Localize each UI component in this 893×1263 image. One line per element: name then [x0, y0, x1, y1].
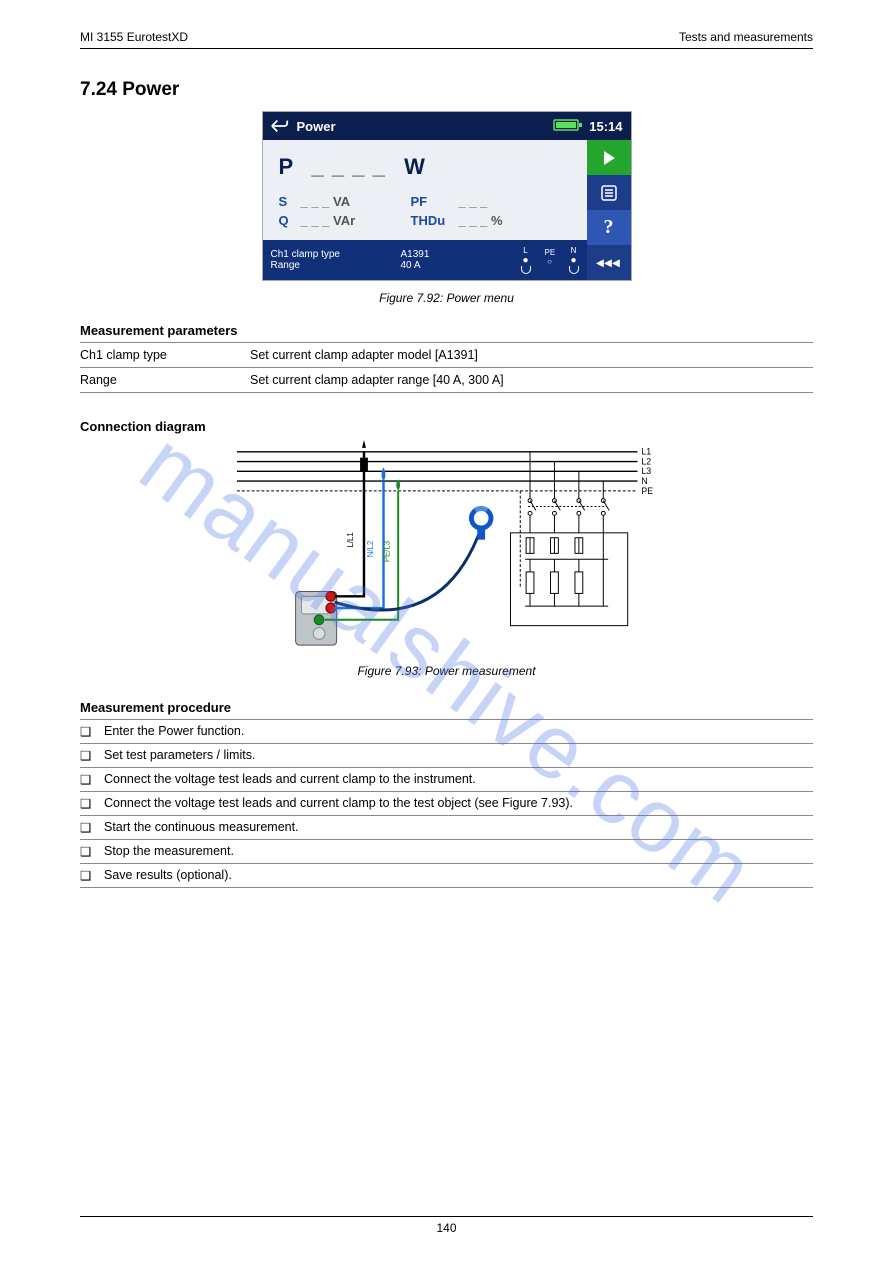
wiring-diagram: L1 L2 L3 N PE	[237, 440, 657, 658]
info-range-value: 40 A	[401, 260, 461, 271]
device-main-area: P _ _ _ _ W S _ _ _ VA PF _ _ _ Q _ _ _ …	[263, 140, 587, 240]
device-titlebar: Power 15:14	[263, 112, 631, 140]
param-row-0: Ch1 clamp type Set current clamp adapter…	[80, 343, 813, 367]
instrument-icon	[295, 591, 336, 645]
procedure-heading: Measurement procedure	[80, 700, 813, 715]
q-value: _ _ _ VAr	[301, 213, 411, 228]
thdu-label: THDu	[411, 213, 459, 228]
clamp-icon	[471, 508, 491, 539]
back-icon[interactable]	[271, 119, 289, 133]
probe-l: L	[521, 246, 531, 255]
battery-icon	[553, 118, 583, 135]
param-row-1: Range Set current clamp adapter range [4…	[80, 368, 813, 392]
probe-diagram-icon: L● PE○ N●	[521, 246, 579, 274]
pf-label: PF	[411, 194, 459, 209]
run-button[interactable]	[587, 140, 631, 175]
rail-l1: L1	[641, 447, 651, 457]
proc-4: ❑Start the continuous measurement.	[80, 816, 813, 839]
proc-2: ❑Connect the voltage test leads and curr…	[80, 768, 813, 791]
device-screenshot: Power 15:14 P _ _ _ _ W S _ _ _ VA PF _ …	[262, 111, 632, 281]
param-val-1: Set current clamp adapter range [40 A, 3…	[250, 373, 504, 387]
proc-6: ❑Save results (optional).	[80, 864, 813, 887]
info-range-label: Range	[271, 260, 401, 271]
param-val-0: Set current clamp adapter model [A1391]	[250, 348, 478, 362]
p-readout: P _ _ _ _ W	[279, 154, 571, 180]
proc-1: ❑Set test parameters / limits.	[80, 744, 813, 767]
header-right: Tests and measurements	[679, 30, 813, 44]
page-footer: 140	[80, 1216, 813, 1235]
page-header: MI 3155 EurotestXD Tests and measurement…	[80, 30, 813, 49]
rail-n: N	[641, 476, 647, 486]
proc-0: ❑Enter the Power function.	[80, 720, 813, 743]
p-value: _ _ _ _	[312, 154, 386, 179]
q-label: Q	[279, 213, 301, 228]
figure-1-caption: Figure 7.92: Power menu	[80, 291, 813, 305]
header-left: MI 3155 EurotestXD	[80, 30, 188, 44]
help-button[interactable]: ?	[587, 210, 631, 245]
rail-pe: PE	[641, 486, 653, 496]
probe-label-l: L/L1	[346, 532, 355, 547]
row-s-pf: S _ _ _ VA PF _ _ _	[279, 194, 571, 209]
device-time: 15:14	[589, 119, 622, 134]
pf-value: _ _ _	[459, 194, 488, 209]
section-title: 7.24 Power	[80, 79, 813, 101]
probe-label-n: N/L2	[365, 541, 374, 557]
list-button[interactable]	[587, 175, 631, 210]
probe-pe: PE	[545, 248, 555, 257]
rail-l2: L2	[641, 456, 651, 466]
device-title: Power	[297, 119, 336, 134]
thdu-value: _ _ _ %	[459, 213, 503, 228]
info-clamp-label: Ch1 clamp type	[271, 249, 401, 260]
params-heading: Measurement parameters	[80, 323, 813, 338]
p-unit: W	[404, 154, 425, 179]
rule	[80, 887, 813, 888]
param-key-0: Ch1 clamp type	[80, 348, 250, 362]
rail-l3: L3	[641, 466, 651, 476]
probe-n: N	[569, 246, 579, 255]
device-sidebar: ? ◂◂◂	[587, 140, 631, 280]
param-key-1: Range	[80, 373, 250, 387]
row-q-thdu: Q _ _ _ VAr THDu _ _ _ %	[279, 213, 571, 228]
probe-label-pe: PE/L3	[382, 541, 391, 562]
p-label: P	[279, 154, 294, 179]
rule	[80, 392, 813, 393]
info-clamp-value: A1391	[401, 249, 461, 260]
connection-heading: Connection diagram	[80, 419, 813, 434]
figure-2-caption: Figure 7.93: Power measurement	[80, 664, 813, 678]
device-info-bar: Ch1 clamp type Range A1391 40 A L● PE○ N…	[263, 240, 587, 280]
s-value: _ _ _ VA	[301, 194, 411, 209]
proc-5: ❑Stop the measurement.	[80, 840, 813, 863]
proc-3: ❑Connect the voltage test leads and curr…	[80, 792, 813, 815]
back-button[interactable]: ◂◂◂	[587, 245, 631, 280]
s-label: S	[279, 194, 301, 209]
